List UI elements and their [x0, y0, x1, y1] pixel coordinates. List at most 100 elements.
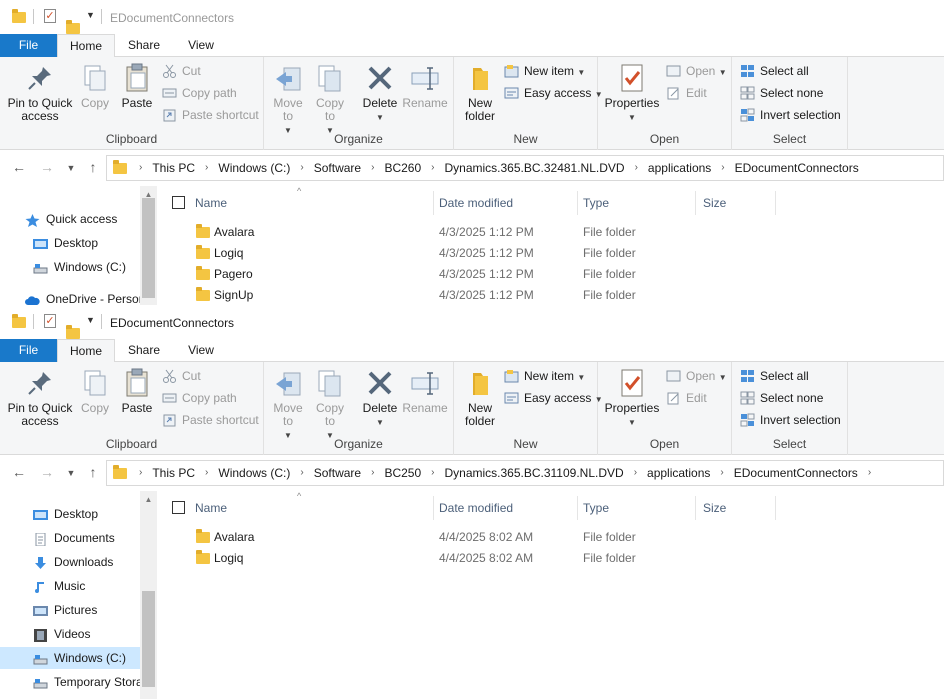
breadcrumb-separator-icon[interactable]: › [197, 461, 216, 485]
delete-button[interactable]: Delete ▼ [360, 62, 400, 124]
scroll-thumb[interactable] [142, 198, 155, 298]
breadcrumb-separator-icon[interactable]: › [712, 461, 731, 485]
forward-arrow-icon[interactable]: → [38, 464, 56, 480]
breadcrumb-item-dynamics-365-bc-31109-nl-dvd[interactable]: Dynamics.365.BC.31109.NL.DVD [442, 461, 625, 485]
edit-button[interactable]: Edit [666, 84, 707, 104]
table-row[interactable]: Avalara 4/3/2025 1:12 PM File folder [157, 222, 944, 243]
breadcrumb-item-applications[interactable]: applications [646, 156, 713, 180]
column-divider[interactable] [577, 191, 578, 215]
nav-item-quick-access[interactable]: Quick access [0, 208, 140, 230]
column-divider[interactable] [433, 496, 434, 520]
new-folder-button[interactable]: New folder [460, 62, 500, 123]
column-divider[interactable] [433, 191, 434, 215]
move-to-button[interactable]: Move to ▼ [270, 367, 306, 442]
tab-share[interactable]: Share [115, 34, 173, 57]
table-row[interactable]: Logiq 4/4/2025 8:02 AM File folder [157, 548, 944, 569]
properties-qat-icon[interactable]: ✓ [44, 314, 56, 328]
column-divider[interactable] [695, 191, 696, 215]
up-arrow-icon[interactable]: ↑ [84, 159, 102, 175]
column-header-type[interactable]: Type [583, 191, 609, 215]
tab-file[interactable]: File [0, 339, 57, 362]
easy-access-button[interactable]: Easy access ▼ [504, 84, 603, 104]
breadcrumb-item-bc260[interactable]: BC260 [382, 156, 423, 180]
nav-item-desktop[interactable]: Desktop [0, 503, 140, 525]
scroll-up-icon[interactable]: ▲ [140, 495, 157, 504]
back-arrow-icon[interactable]: ← [10, 159, 28, 175]
breadcrumb-separator-icon[interactable]: › [197, 156, 216, 180]
tab-file[interactable]: File [0, 34, 57, 57]
select-all-checkbox[interactable] [172, 501, 185, 514]
breadcrumb-separator-icon[interactable]: › [627, 156, 646, 180]
nav-scrollbar[interactable]: ▲ [140, 491, 157, 699]
copy-to-button[interactable]: Copy to ▼ [312, 62, 348, 137]
nav-scrollbar[interactable]: ▲ [140, 186, 157, 305]
breadcrumb-item-this-pc[interactable]: This PC [150, 156, 197, 180]
column-header-name[interactable]: Name [195, 191, 227, 215]
tab-home[interactable]: Home [57, 34, 115, 58]
new-item-button[interactable]: New item ▼ [504, 62, 585, 82]
table-row[interactable]: SignUp 4/3/2025 1:12 PM File folder [157, 285, 944, 305]
column-divider[interactable] [775, 191, 776, 215]
tab-home[interactable]: Home [57, 339, 115, 363]
table-row[interactable]: Avalara 4/4/2025 8:02 AM File folder [157, 527, 944, 548]
tab-share[interactable]: Share [115, 339, 173, 362]
column-header-size[interactable]: Size [703, 191, 726, 215]
table-row[interactable]: Logiq 4/3/2025 1:12 PM File folder [157, 243, 944, 264]
cut-button[interactable]: Cut [162, 367, 201, 387]
breadcrumb-separator-icon[interactable]: › [292, 156, 311, 180]
breadcrumb-item-edocumentconnectors[interactable]: EDocumentConnectors [732, 461, 860, 485]
table-row[interactable]: Pagero 4/3/2025 1:12 PM File folder [157, 264, 944, 285]
breadcrumb-separator-icon[interactable]: › [139, 461, 150, 485]
edit-button[interactable]: Edit [666, 389, 707, 409]
nav-item-downloads[interactable]: Downloads [0, 551, 140, 573]
nav-item-pictures[interactable]: Pictures [0, 599, 140, 621]
select-all-checkbox[interactable] [172, 196, 185, 209]
open-button[interactable]: Open ▼ [666, 62, 727, 82]
new-folder-qat-icon[interactable] [66, 20, 80, 34]
column-header-name[interactable]: Name [195, 496, 227, 520]
breadcrumb-separator-icon[interactable]: › [423, 461, 442, 485]
nav-item-windows-c[interactable]: Windows (C:) [0, 256, 140, 278]
column-header-type[interactable]: Type [583, 496, 609, 520]
copy-path-button[interactable]: Copy path [162, 84, 237, 104]
nav-item-windows-c[interactable]: Windows (C:) [0, 647, 140, 669]
properties-qat-icon[interactable]: ✓ [44, 9, 56, 23]
nav-item-desktop[interactable]: Desktop [0, 232, 140, 254]
copy-path-button[interactable]: Copy path [162, 389, 237, 409]
breadcrumb-item-applications[interactable]: applications [645, 461, 712, 485]
copy-button[interactable]: Copy [76, 62, 114, 110]
pin-to-quick-access-button[interactable]: Pin to Quick access [4, 367, 76, 428]
back-arrow-icon[interactable]: ← [10, 464, 28, 480]
select-all-button[interactable]: Select all [740, 367, 809, 387]
paste-button[interactable]: Paste [116, 367, 158, 415]
select-all-button[interactable]: Select all [740, 62, 809, 82]
breadcrumb-separator-icon[interactable]: › [363, 156, 382, 180]
breadcrumb-item-software[interactable]: Software [312, 461, 363, 485]
breadcrumb-separator-icon[interactable]: › [292, 461, 311, 485]
address-bar[interactable]: › This PC › Windows (C:) › Software › BC260 › Dy… [106, 155, 944, 181]
column-divider[interactable] [577, 496, 578, 520]
nav-item-onedrive-persor[interactable]: OneDrive - Persor [0, 288, 140, 305]
recent-locations-chevron-icon[interactable]: ▼ [62, 163, 80, 173]
breadcrumb-item-windows-c[interactable]: Windows (C:) [216, 461, 292, 485]
breadcrumb-item-dynamics-365-bc-32481-nl-dvd[interactable]: Dynamics.365.BC.32481.NL.DVD [442, 156, 626, 180]
properties-button[interactable]: Properties ▼ [602, 367, 662, 429]
breadcrumb-separator-icon[interactable]: › [713, 156, 732, 180]
breadcrumb-separator-icon[interactable]: › [626, 461, 645, 485]
breadcrumb-item-bc250[interactable]: BC250 [382, 461, 423, 485]
new-item-button[interactable]: New item ▼ [504, 367, 585, 387]
nav-item-temporary-stora[interactable]: Temporary Stora [0, 671, 140, 693]
forward-arrow-icon[interactable]: → [38, 159, 56, 175]
column-header-size[interactable]: Size [703, 496, 726, 520]
copy-to-button[interactable]: Copy to ▼ [312, 367, 348, 442]
scroll-thumb[interactable] [142, 591, 155, 687]
breadcrumb-separator-icon[interactable]: › [363, 461, 382, 485]
copy-button[interactable]: Copy [76, 367, 114, 415]
qat-dropdown-icon[interactable]: ▼ [86, 10, 95, 20]
properties-button[interactable]: Properties ▼ [602, 62, 662, 124]
breadcrumb-separator-icon[interactable]: › [860, 461, 879, 485]
delete-button[interactable]: Delete ▼ [360, 367, 400, 429]
paste-shortcut-button[interactable]: Paste shortcut [162, 411, 259, 431]
new-folder-qat-icon[interactable] [66, 325, 80, 339]
qat-dropdown-icon[interactable]: ▼ [86, 315, 95, 325]
